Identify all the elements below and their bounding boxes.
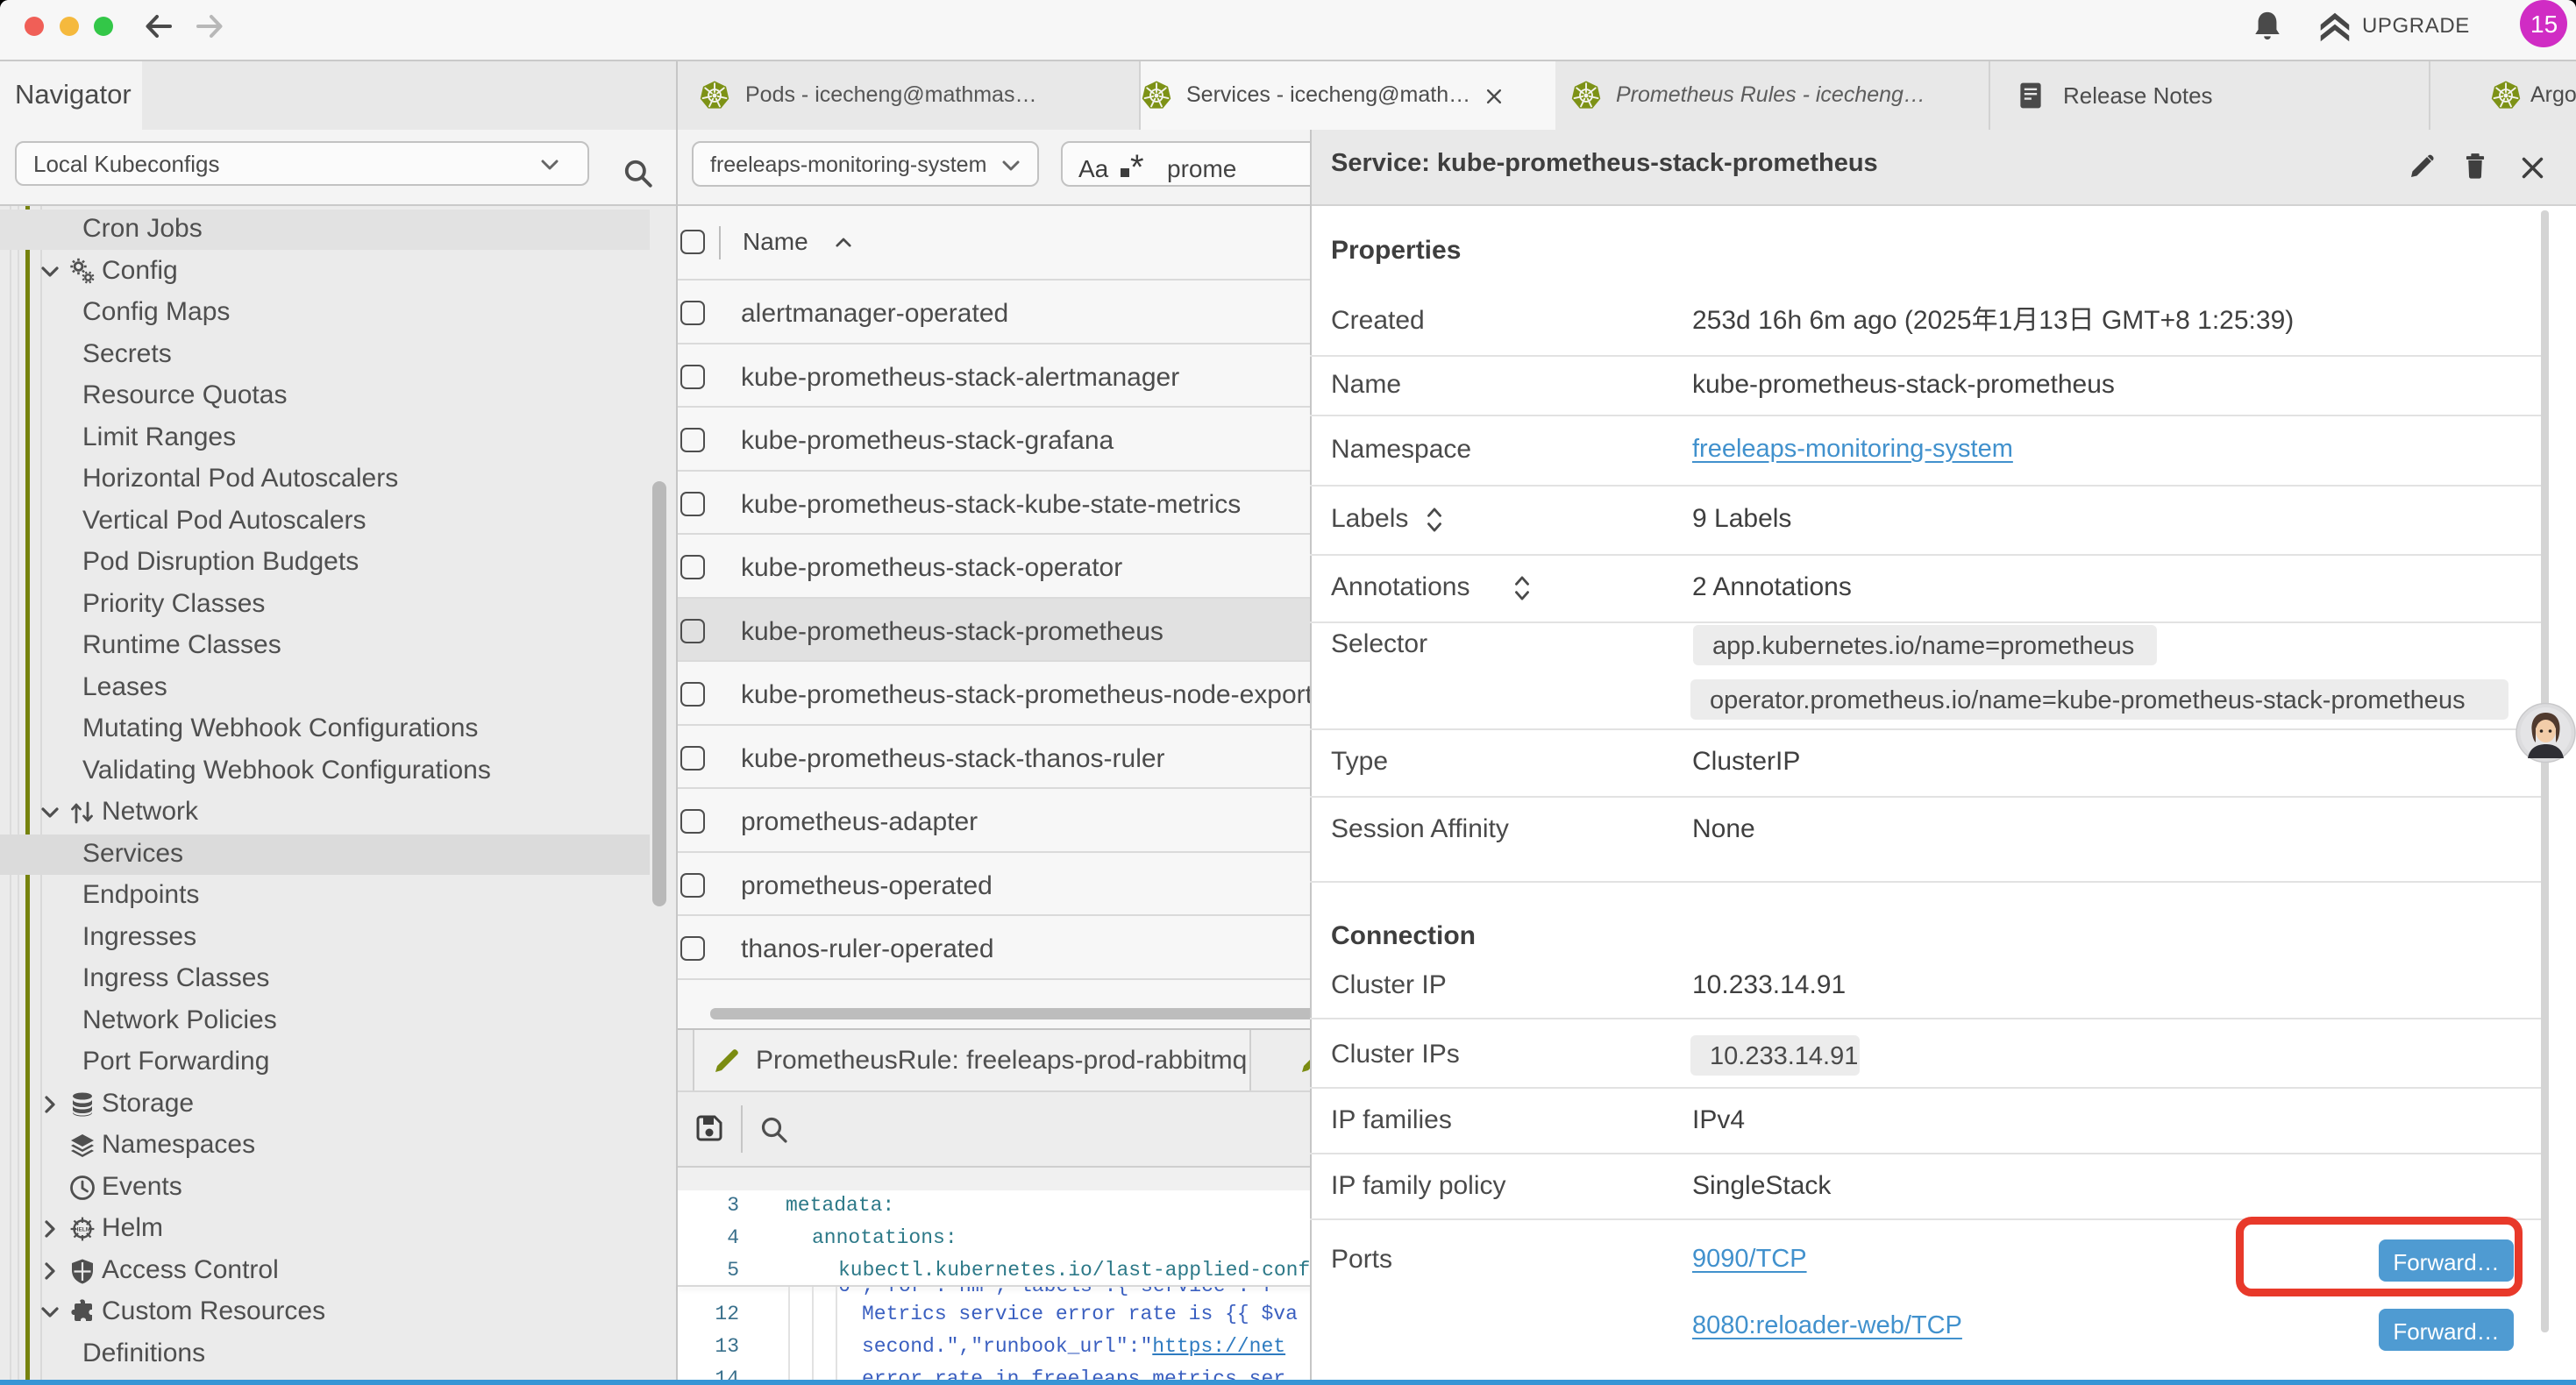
svg-text:*: *	[1130, 151, 1144, 182]
svg-text:HELM: HELM	[75, 1226, 90, 1232]
